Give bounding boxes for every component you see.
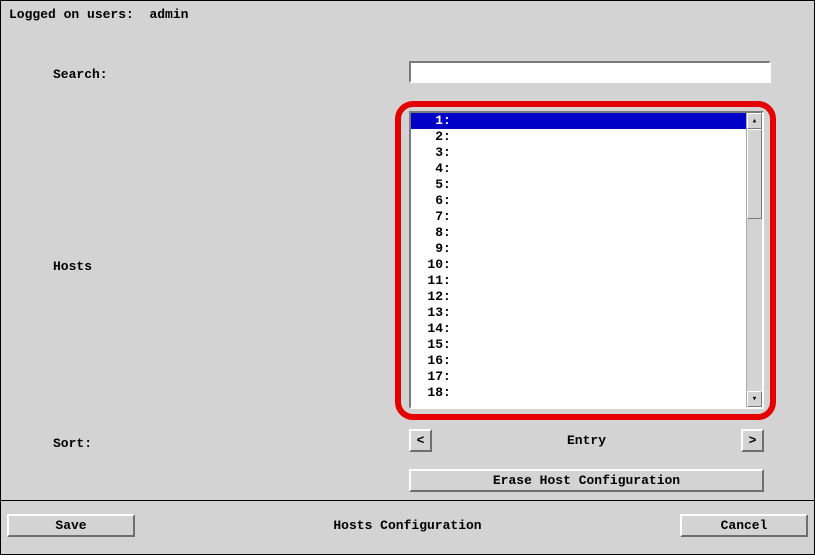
list-item-number: 4	[423, 161, 443, 177]
list-item-number: 12	[423, 289, 443, 305]
left-arrow-icon: <	[417, 433, 425, 448]
footer: Save Hosts Configuration Cancel	[1, 500, 814, 554]
list-item-number: 15	[423, 337, 443, 353]
search-label: Search:	[53, 67, 108, 82]
hosts-label: Hosts	[53, 259, 92, 274]
list-item-number: 14	[423, 321, 443, 337]
right-arrow-icon: >	[749, 433, 757, 448]
list-item-number: 16	[423, 353, 443, 369]
list-item-number: 11	[423, 273, 443, 289]
sort-value: Entry	[432, 429, 741, 452]
list-item-number: 10	[423, 257, 443, 273]
status-bar: Logged on users: admin	[9, 7, 188, 22]
list-item[interactable]: 15:	[411, 337, 746, 353]
list-item-number: 1	[423, 113, 443, 129]
sort-control: < Entry >	[409, 429, 764, 452]
list-item-number: 13	[423, 305, 443, 321]
sort-label: Sort:	[53, 436, 92, 451]
list-item[interactable]: 17:	[411, 369, 746, 385]
list-item[interactable]: 2:	[411, 129, 746, 145]
search-input[interactable]	[409, 61, 771, 83]
list-item[interactable]: 6:	[411, 193, 746, 209]
list-item[interactable]: 5:	[411, 177, 746, 193]
list-item[interactable]: 13:	[411, 305, 746, 321]
erase-host-config-button[interactable]: Erase Host Configuration	[409, 469, 764, 492]
sort-next-button[interactable]: >	[741, 429, 764, 452]
list-item-number: 17	[423, 369, 443, 385]
down-arrow-icon: ▾	[752, 395, 757, 404]
scroll-down-button[interactable]: ▾	[747, 391, 762, 407]
list-item[interactable]: 3:	[411, 145, 746, 161]
save-button[interactable]: Save	[7, 514, 135, 537]
list-item-number: 6	[423, 193, 443, 209]
list-item[interactable]: 16:	[411, 353, 746, 369]
list-item[interactable]: 12:	[411, 289, 746, 305]
list-item[interactable]: 10:	[411, 257, 746, 273]
hosts-listbox[interactable]: 1:2:3:4:5:6:7:8:9:10:11:12:13:14:15:16:1…	[409, 111, 764, 409]
up-arrow-icon: ▴	[752, 117, 757, 126]
list-item[interactable]: 9:	[411, 241, 746, 257]
scroll-thumb[interactable]	[747, 129, 762, 219]
list-item[interactable]: 8:	[411, 225, 746, 241]
list-item[interactable]: 14:	[411, 321, 746, 337]
list-item-number: 5	[423, 177, 443, 193]
status-user: admin	[149, 7, 188, 22]
cancel-button[interactable]: Cancel	[680, 514, 808, 537]
list-item-number: 7	[423, 209, 443, 225]
list-item[interactable]: 11:	[411, 273, 746, 289]
sort-prev-button[interactable]: <	[409, 429, 432, 452]
list-item[interactable]: 4:	[411, 161, 746, 177]
list-item-number: 3	[423, 145, 443, 161]
scroll-track[interactable]	[747, 129, 762, 391]
list-item[interactable]: 1:	[411, 113, 746, 129]
list-item-number: 9	[423, 241, 443, 257]
list-item[interactable]: 18:	[411, 385, 746, 401]
scroll-up-button[interactable]: ▴	[747, 113, 762, 129]
hosts-scrollbar[interactable]: ▴ ▾	[746, 113, 762, 407]
list-item-number: 8	[423, 225, 443, 241]
status-prefix: Logged on users:	[9, 7, 134, 22]
list-item-number: 2	[423, 129, 443, 145]
list-item-number: 18	[423, 385, 443, 401]
list-item[interactable]: 7:	[411, 209, 746, 225]
